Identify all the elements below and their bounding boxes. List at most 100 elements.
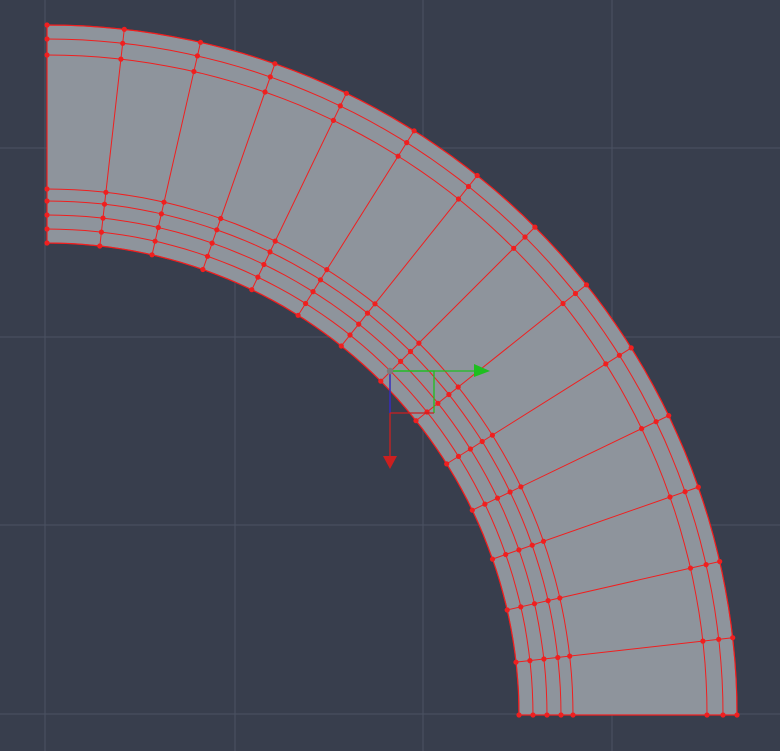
mesh-vertex [479, 438, 485, 445]
mesh-vertex [267, 249, 273, 255]
mesh-vertex [511, 245, 517, 251]
viewport-canvas[interactable] [0, 0, 780, 751]
mesh-vertex [682, 489, 688, 495]
mesh-vertex [101, 201, 108, 207]
mesh-vertex [717, 558, 723, 565]
mesh-vertex [435, 400, 441, 406]
mesh-vertex [272, 61, 278, 67]
mesh-vertex [295, 312, 301, 318]
mesh-vertex [616, 352, 623, 358]
mesh-vertex [152, 238, 158, 244]
mesh-vertex [200, 266, 206, 273]
mesh-vertex [411, 128, 417, 134]
mesh-vertex [267, 74, 273, 80]
mesh-vertex [653, 419, 659, 425]
mesh-vertex [343, 90, 349, 96]
mesh-vertex [469, 507, 475, 513]
mesh-vertex [404, 140, 410, 146]
mesh-vertex [716, 636, 722, 642]
mesh-vertex [372, 301, 378, 307]
mesh-vertex [97, 243, 103, 249]
mesh-vertex [513, 659, 519, 665]
mesh-vertex [518, 604, 524, 610]
3d-viewport[interactable] [0, 0, 780, 751]
mesh-vertex [572, 290, 579, 297]
mesh-vertex [544, 712, 550, 718]
mesh-vertex [103, 189, 109, 195]
mesh-vertex [118, 56, 124, 62]
mesh-vertex [120, 40, 126, 46]
mesh-vertex [527, 658, 533, 664]
mesh-vertex [209, 240, 215, 246]
mesh-vertex [455, 384, 461, 390]
mesh-vertex [455, 453, 462, 459]
mesh-vertex [197, 39, 204, 45]
mesh-vertex [337, 103, 343, 109]
mesh-vertex [330, 117, 336, 123]
mesh-vertex [700, 638, 706, 644]
mesh-vertex [44, 186, 50, 192]
mesh-vertex [695, 484, 701, 490]
mesh-vertex [191, 68, 197, 75]
mesh-vertex [530, 712, 536, 718]
mesh-vertex [560, 300, 566, 307]
mesh-vertex [338, 343, 344, 349]
mesh-vertex [444, 461, 450, 467]
mesh-vertex [364, 310, 371, 316]
mesh-vertex [100, 215, 106, 221]
mesh-vertex [121, 26, 127, 32]
gizmo-origin-handle[interactable] [386, 367, 394, 375]
mesh-vertex [465, 183, 472, 190]
mesh-vertex [44, 22, 50, 28]
mesh-vertex [446, 391, 452, 398]
mesh-vertex [44, 226, 50, 232]
mesh-vertex [720, 712, 726, 718]
mesh-vertex [507, 489, 513, 495]
mesh-vertex [317, 277, 324, 283]
mesh-vertex [503, 551, 509, 558]
mesh-vertex [161, 199, 167, 205]
mesh-vertex [324, 267, 330, 273]
mesh-vertex [249, 287, 255, 293]
mesh-vertex [489, 432, 495, 438]
mesh-vertex [639, 426, 645, 432]
mesh-vertex [44, 240, 50, 246]
mesh-vertex [704, 712, 710, 718]
mesh-vertex [667, 494, 673, 500]
mesh-vertex [730, 635, 736, 641]
mesh-vertex [204, 253, 211, 259]
mesh-vertex [310, 289, 316, 295]
mesh-vertex [356, 321, 362, 327]
mesh-vertex [272, 238, 278, 244]
mesh-vertex [482, 501, 488, 507]
mesh-vertex [555, 654, 561, 661]
mesh-vertex [255, 274, 261, 280]
mesh-vertex [261, 261, 267, 268]
mesh-vertex [570, 712, 576, 718]
mesh-vertex [504, 607, 510, 613]
mesh-vertex [522, 234, 528, 240]
mesh-vertex [194, 53, 200, 59]
gizmo-y-arrow-icon[interactable] [383, 456, 397, 469]
mesh-vertex [532, 224, 538, 230]
mesh-vertex [262, 89, 268, 95]
mesh-vertex [407, 348, 414, 355]
mesh-vertex [666, 413, 672, 419]
mesh-vertex [214, 227, 220, 233]
mesh-vertex [455, 196, 462, 202]
mesh-vertex [98, 229, 104, 235]
mesh-vertex [155, 224, 161, 231]
mesh-vertex [413, 418, 419, 424]
mesh-vertex [467, 446, 473, 452]
mesh-vertex [516, 712, 522, 718]
mesh-vertex [395, 153, 401, 159]
mesh-vertex [687, 565, 694, 571]
mesh-vertex [540, 538, 547, 544]
mesh-vertex [303, 300, 309, 307]
mesh-vertex [218, 215, 224, 222]
mesh-vertex [558, 712, 564, 718]
mesh-vertex [567, 653, 573, 659]
mesh-vertex [44, 198, 50, 204]
mesh-vertex [44, 52, 50, 58]
mesh-vertex [474, 172, 480, 179]
